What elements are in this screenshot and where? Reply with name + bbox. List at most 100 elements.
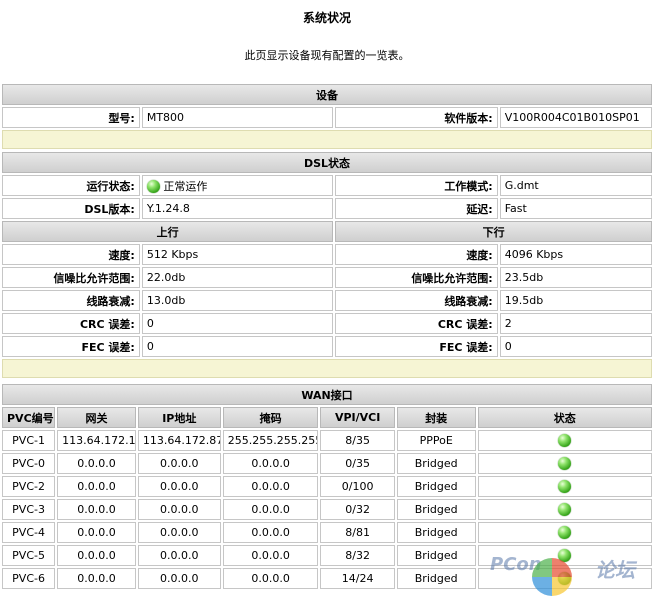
run-state-value: 正常运作 xyxy=(141,175,334,196)
pvc-cell: PVC-2 xyxy=(2,476,56,497)
ip-cell: 0.0.0.0 xyxy=(137,522,221,543)
encap-cell: PPPoE xyxy=(396,430,476,451)
wan-interface-table: WAN接口 PVC编号 网关 IP地址 掩码 VPI/VCI 封装 状态 PVC… xyxy=(0,382,654,591)
table-row: PVC-1 113.64.172.1 113.64.172.87 255.255.25… xyxy=(2,430,652,451)
dsl-version-label: DSL版本: xyxy=(2,198,140,219)
model-value: MT800 xyxy=(141,107,334,128)
col-header-pvc: PVC编号 xyxy=(2,407,56,428)
gateway-cell: 0.0.0.0 xyxy=(57,476,136,497)
pvc-cell: PVC-5 xyxy=(2,545,56,566)
up-crc-label: CRC 误差: xyxy=(2,313,140,334)
delay-value: Fast xyxy=(499,198,652,219)
mask-cell: 0.0.0.0 xyxy=(222,476,319,497)
wan-section-title: WAN接口 xyxy=(2,384,652,405)
mask-cell: 0.0.0.0 xyxy=(222,568,319,589)
status-led-icon xyxy=(558,526,572,540)
col-header-ip: IP地址 xyxy=(137,407,221,428)
col-header-mask: 掩码 xyxy=(222,407,319,428)
mask-cell: 255.255.255.255 xyxy=(222,430,319,451)
encap-cell: Bridged xyxy=(396,476,476,497)
downstream-header: 下行 xyxy=(335,221,652,242)
status-cell xyxy=(477,522,652,543)
page-title: 系统状况 xyxy=(302,11,351,25)
model-label: 型号: xyxy=(2,107,140,128)
section-spacer xyxy=(2,359,652,378)
up-speed-value: 512 Kbps xyxy=(141,244,334,265)
table-row: PVC-6 0.0.0.0 0.0.0.0 0.0.0.0 14/24 Bridged xyxy=(2,568,652,589)
gateway-cell: 0.0.0.0 xyxy=(57,499,136,520)
down-attenuation-value: 19.5db xyxy=(499,290,652,311)
pvc-cell: PVC-3 xyxy=(2,499,56,520)
status-cell xyxy=(477,453,652,474)
status-led-icon xyxy=(558,434,572,448)
encap-cell: Bridged xyxy=(396,499,476,520)
down-crc-value: 2 xyxy=(499,313,652,334)
up-attenuation-value: 13.0db xyxy=(141,290,334,311)
gateway-cell: 0.0.0.0 xyxy=(57,522,136,543)
status-led-icon xyxy=(558,480,572,494)
vpivci-cell: 8/32 xyxy=(320,545,395,566)
down-snr-value: 23.5db xyxy=(499,267,652,288)
work-mode-label: 工作模式: xyxy=(335,175,498,196)
upstream-header: 上行 xyxy=(2,221,334,242)
vpivci-cell: 8/81 xyxy=(320,522,395,543)
up-fec-value: 0 xyxy=(141,336,334,357)
col-header-vpivci: VPI/VCI xyxy=(320,407,395,428)
table-row: PVC-2 0.0.0.0 0.0.0.0 0.0.0.0 0/100 Bridged xyxy=(2,476,652,497)
ip-cell: 0.0.0.0 xyxy=(137,453,221,474)
gateway-cell: 0.0.0.0 xyxy=(57,568,136,589)
device-section-title: 设备 xyxy=(2,84,652,105)
gateway-cell: 0.0.0.0 xyxy=(57,453,136,474)
mask-cell: 0.0.0.0 xyxy=(222,522,319,543)
encap-cell: Bridged xyxy=(396,545,476,566)
run-state-label: 运行状态: xyxy=(2,175,140,196)
table-row: PVC-0 0.0.0.0 0.0.0.0 0.0.0.0 0/35 Bridged xyxy=(2,453,652,474)
pvc-cell: PVC-6 xyxy=(2,568,56,589)
page-description: 此页显示设备现有配置的一览表。 xyxy=(244,49,410,62)
up-attenuation-label: 线路衰减: xyxy=(2,290,140,311)
status-cell xyxy=(477,568,652,589)
pvc-cell: PVC-0 xyxy=(2,453,56,474)
ip-cell: 0.0.0.0 xyxy=(137,545,221,566)
section-spacer xyxy=(2,130,652,149)
col-header-gateway: 网关 xyxy=(57,407,136,428)
vpivci-cell: 8/35 xyxy=(320,430,395,451)
vpivci-cell: 0/35 xyxy=(320,453,395,474)
ip-cell: 0.0.0.0 xyxy=(137,499,221,520)
col-header-encap: 封装 xyxy=(396,407,476,428)
vpivci-cell: 0/100 xyxy=(320,476,395,497)
delay-label: 延迟: xyxy=(335,198,498,219)
software-version-label: 软件版本: xyxy=(335,107,498,128)
col-header-status: 状态 xyxy=(477,407,652,428)
encap-cell: Bridged xyxy=(396,453,476,474)
vpivci-cell: 0/32 xyxy=(320,499,395,520)
status-cell xyxy=(477,476,652,497)
down-crc-label: CRC 误差: xyxy=(335,313,498,334)
down-snr-label: 信噪比允许范围: xyxy=(335,267,498,288)
status-led-icon xyxy=(558,549,572,563)
status-led-icon xyxy=(146,180,160,193)
encap-cell: Bridged xyxy=(396,522,476,543)
mask-cell: 0.0.0.0 xyxy=(222,453,319,474)
down-attenuation-label: 线路衰减: xyxy=(335,290,498,311)
status-cell xyxy=(477,545,652,566)
down-fec-value: 0 xyxy=(499,336,652,357)
down-speed-value: 4096 Kbps xyxy=(499,244,652,265)
down-speed-label: 速度: xyxy=(335,244,498,265)
up-speed-label: 速度: xyxy=(2,244,140,265)
work-mode-value: G.dmt xyxy=(499,175,652,196)
status-cell xyxy=(477,430,652,451)
run-state-text: 正常运作 xyxy=(163,179,208,193)
dsl-version-value: Y.1.24.8 xyxy=(141,198,334,219)
ip-cell: 113.64.172.87 xyxy=(137,430,221,451)
pvc-cell: PVC-1 xyxy=(2,430,56,451)
up-snr-value: 22.0db xyxy=(141,267,334,288)
pvc-cell: PVC-4 xyxy=(2,522,56,543)
status-cell xyxy=(477,499,652,520)
up-fec-label: FEC 误差: xyxy=(2,336,140,357)
software-version-value: V100R004C01B010SP01 xyxy=(499,107,652,128)
device-table: 设备 型号: MT800 软件版本: V100R004C01B010SP01 xyxy=(0,82,654,151)
ip-cell: 0.0.0.0 xyxy=(137,476,221,497)
up-snr-label: 信噪比允许范围: xyxy=(2,267,140,288)
vpivci-cell: 14/24 xyxy=(320,568,395,589)
